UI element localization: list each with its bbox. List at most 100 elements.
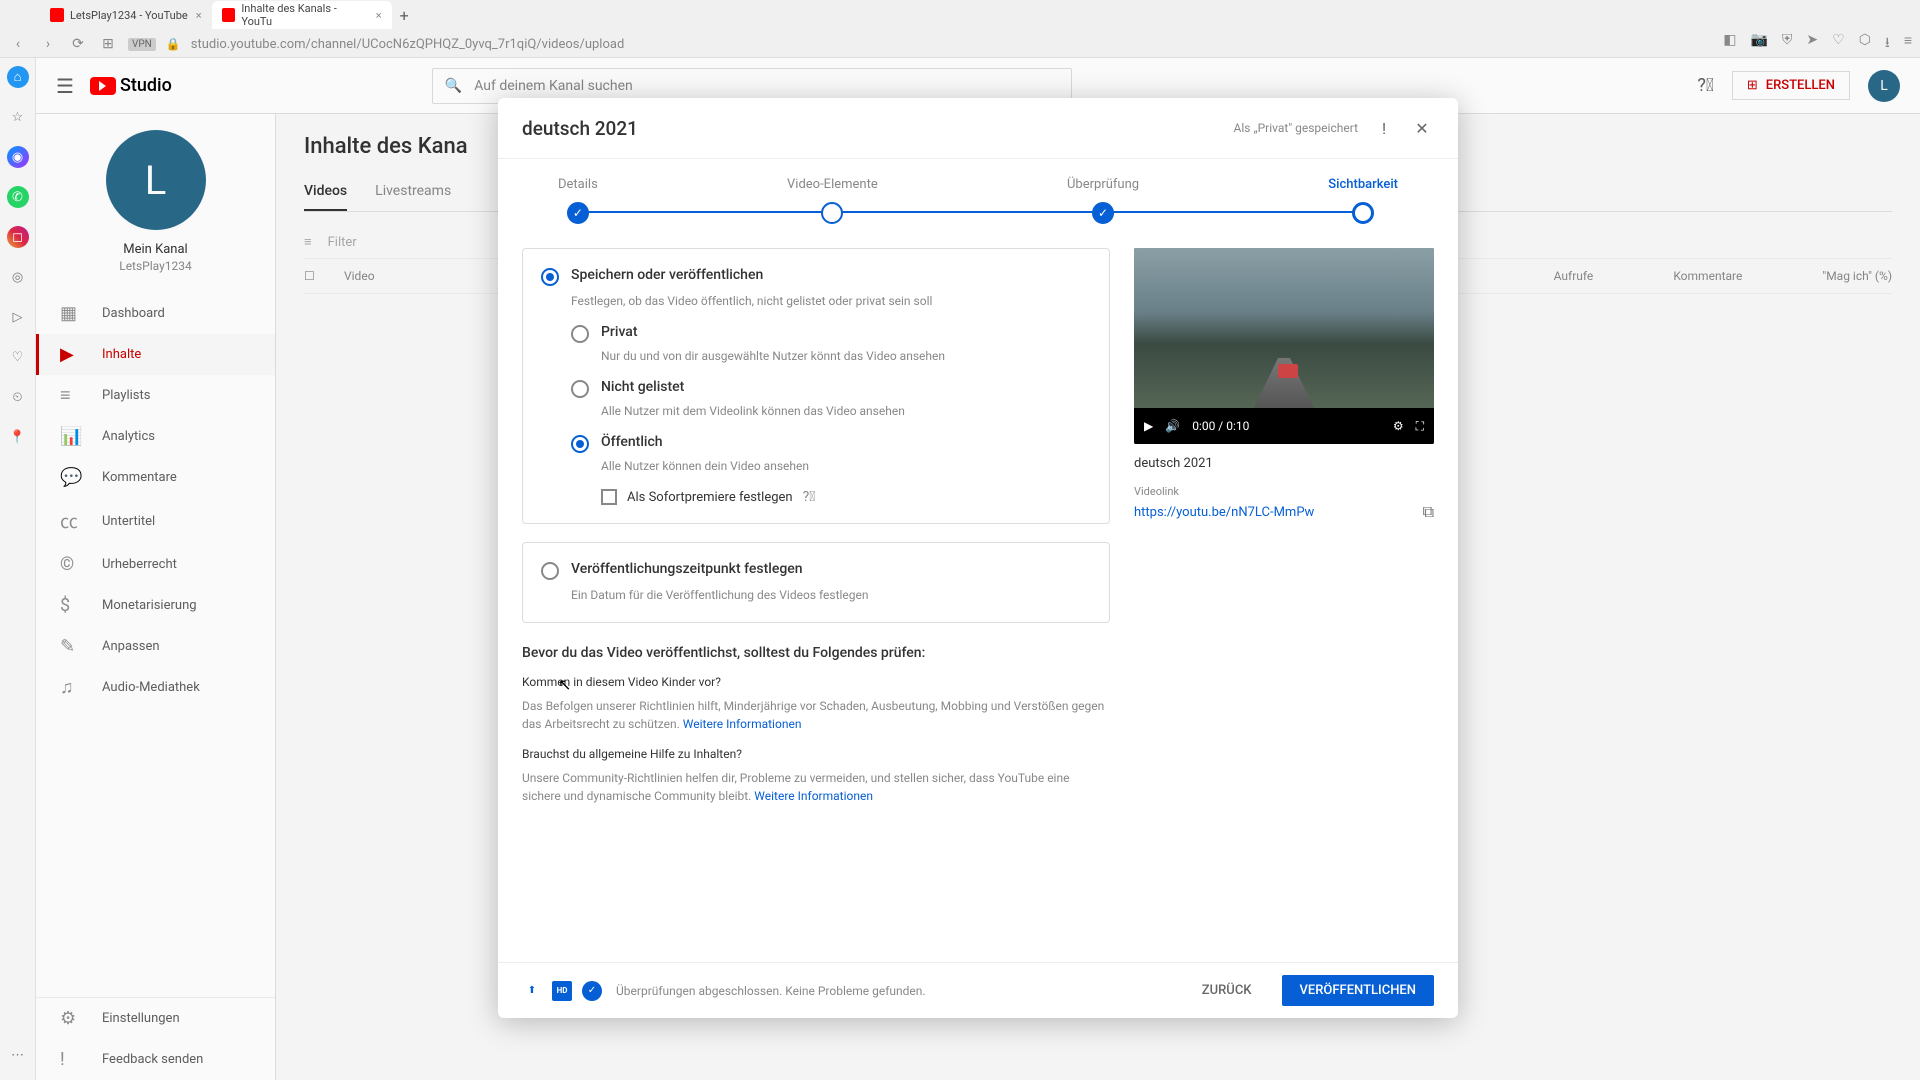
more-info-link[interactable]: Weitere Informationen xyxy=(754,789,873,803)
help-text: Unsere Community-Richtlinien helfen dir,… xyxy=(522,769,1110,805)
instagram-icon[interactable]: ◻ xyxy=(7,226,29,248)
save-publish-card: Speichern oder veröffentlichen Festlegen… xyxy=(522,248,1110,524)
reload-icon[interactable]: ⟳ xyxy=(68,36,88,52)
tab-title: LetsPlay1234 - YouTube xyxy=(70,9,188,22)
radio-icon xyxy=(571,325,589,343)
toolbar-icons: ◧ 📷 ⛨ ➤ ♡ ⬡ ⭳ ≡ xyxy=(1723,32,1912,56)
whatsapp-icon[interactable]: ✆ xyxy=(7,186,29,208)
browser-tab[interactable]: LetsPlay1234 - YouTube × xyxy=(40,1,212,29)
browser-chrome: LetsPlay1234 - YouTube × Inhalte des Kan… xyxy=(0,0,1920,58)
feedback-icon[interactable]: ! xyxy=(1372,116,1396,140)
modal-header: deutsch 2021 Als „Privat" gespeichert ! … xyxy=(498,98,1458,159)
compass-icon[interactable]: ◎ xyxy=(7,266,29,288)
messenger-icon[interactable]: ◉ xyxy=(7,146,29,168)
radio-schedule[interactable]: Veröffentlichungszeitpunkt festlegen xyxy=(541,561,1091,580)
home-icon[interactable]: ⌂ xyxy=(7,66,29,88)
lock-icon: 🔒 xyxy=(166,37,181,51)
browser-tab-active[interactable]: Inhalte des Kanals - YouTu × xyxy=(212,1,392,29)
before-publish-section: Bevor du das Video veröffentlichst, soll… xyxy=(522,641,1110,823)
video-link[interactable]: https://youtu.be/nN7LC-MmPw xyxy=(1134,505,1314,520)
bookmark-icon[interactable]: ☆ xyxy=(7,106,29,128)
history-icon[interactable]: ⏲ xyxy=(7,386,29,408)
preview-title: deutsch 2021 xyxy=(1134,456,1434,471)
step-dot xyxy=(821,202,843,224)
radio-private[interactable]: Privat xyxy=(571,324,1091,343)
upload-modal: deutsch 2021 Als „Privat" gespeichert ! … xyxy=(498,98,1458,1018)
video-controls: ▶ 🔊 0:00 / 0:10 ⚙ ⛶ xyxy=(1134,408,1434,444)
radio-unlisted[interactable]: Nicht gelistet xyxy=(571,379,1091,398)
kids-text: Das Befolgen unserer Richtlinien hilft, … xyxy=(522,697,1110,733)
cube-icon[interactable]: ⬡ xyxy=(1859,32,1871,56)
link-row: https://youtu.be/nN7LC-MmPw ⧉ xyxy=(1134,502,1434,522)
send-icon[interactable]: ➤ xyxy=(1806,32,1818,56)
shield-icon[interactable]: ⛨ xyxy=(1782,32,1793,56)
modal-title: deutsch 2021 xyxy=(522,117,638,140)
help-icon[interactable]: ?⃝ xyxy=(803,489,816,505)
link-label: Videolink xyxy=(1134,485,1434,498)
back-button[interactable]: ZURÜCK xyxy=(1184,975,1270,1006)
play-icon[interactable]: ▷ xyxy=(7,306,29,328)
heart-sidebar-icon[interactable]: ♡ xyxy=(7,346,29,368)
modal-overlay: deutsch 2021 Als „Privat" gespeichert ! … xyxy=(36,58,1920,1080)
address-bar: ‹ › ⟳ ⊞ VPN 🔒 studio.youtube.com/channel… xyxy=(0,30,1920,58)
check-icon xyxy=(567,202,589,224)
new-tab-button[interactable]: + xyxy=(400,6,409,25)
tab-close-icon[interactable]: × xyxy=(376,9,382,22)
download-icon[interactable]: ⭳ xyxy=(1885,32,1890,56)
radio-icon xyxy=(541,562,559,580)
check-icon xyxy=(1092,202,1114,224)
step-line xyxy=(588,211,1368,213)
step-dot-current xyxy=(1352,202,1374,224)
help-question: Brauchst du allgemeine Hilfe zu Inhalten… xyxy=(522,747,1110,761)
youtube-favicon xyxy=(50,8,64,22)
footer-status-icons: ⬆ HD ✓ xyxy=(522,981,602,1001)
publish-button[interactable]: VERÖFFENTLICHEN xyxy=(1282,975,1434,1006)
radio-public[interactable]: Öffentlich xyxy=(571,434,1091,453)
volume-icon[interactable]: 🔊 xyxy=(1165,419,1180,433)
stepper: Details Video-Elemente Überprüfung Sicht… xyxy=(498,159,1458,248)
video-thumbnail[interactable] xyxy=(1134,248,1434,408)
car-graphic xyxy=(1278,364,1298,378)
radio-icon xyxy=(541,268,559,286)
play-icon[interactable]: ▶ xyxy=(1144,419,1153,433)
menu-icon[interactable]: ≡ xyxy=(1904,32,1912,56)
modal-body: Speichern oder veröffentlichen Festlegen… xyxy=(498,248,1458,962)
opera-sidebar: ⌂ ☆ ◉ ✆ ◻ ◎ ▷ ♡ ⏲ 📍 ⋯ xyxy=(0,58,36,1080)
premiere-checkbox[interactable]: Als Sofortpremiere festlegen ?⃝ xyxy=(601,489,1091,505)
schedule-card: Veröffentlichungszeitpunkt festlegen Ein… xyxy=(522,542,1110,623)
step-visibility[interactable]: Sichtbarkeit xyxy=(1328,177,1398,224)
radio-save-publish[interactable]: Speichern oder veröffentlichen xyxy=(541,267,1091,286)
apps-icon[interactable]: ⊞ xyxy=(98,36,118,52)
camera-icon[interactable]: 📷 xyxy=(1750,32,1767,56)
vpn-badge[interactable]: VPN xyxy=(128,38,156,51)
step-details[interactable]: Details xyxy=(558,177,598,224)
tab-title: Inhalte des Kanals - YouTu xyxy=(241,2,367,28)
back-icon[interactable]: ‹ xyxy=(8,36,28,52)
tab-bar: LetsPlay1234 - YouTube × Inhalte des Kan… xyxy=(0,0,1920,30)
radio-icon xyxy=(571,380,589,398)
saved-status: Als „Privat" gespeichert xyxy=(1234,121,1358,135)
video-preview: ▶ 🔊 0:00 / 0:10 ⚙ ⛶ xyxy=(1134,248,1434,444)
check-icon: ✓ xyxy=(582,981,602,1001)
sidebar-toggle-icon[interactable]: ◧ xyxy=(1723,32,1736,56)
close-icon[interactable]: ✕ xyxy=(1410,116,1434,140)
hd-badge: HD xyxy=(552,981,572,1001)
copy-icon[interactable]: ⧉ xyxy=(1423,502,1434,522)
url-field[interactable]: studio.youtube.com/channel/UCocN6zQPHQZ_… xyxy=(191,37,1713,52)
forward-icon[interactable]: › xyxy=(38,36,58,52)
youtube-favicon xyxy=(222,8,236,22)
more-info-link[interactable]: Weitere Informationen xyxy=(683,717,802,731)
settings-icon[interactable]: ⚙ xyxy=(1393,419,1404,434)
video-time: 0:00 / 0:10 xyxy=(1192,419,1249,433)
footer-status-text: Überprüfungen abgeschlossen. Keine Probl… xyxy=(616,984,926,998)
step-elements[interactable]: Video-Elemente xyxy=(787,177,878,224)
pin-icon[interactable]: 📍 xyxy=(7,426,29,448)
tab-close-icon[interactable]: × xyxy=(196,9,202,22)
more-icon[interactable]: ⋯ xyxy=(7,1044,29,1066)
save-publish-desc: Festlegen, ob das Video öffentlich, nich… xyxy=(571,292,1091,310)
step-review[interactable]: Überprüfung xyxy=(1067,177,1139,224)
kids-question: Kommen in diesem Video Kinder vor? xyxy=(522,675,1110,689)
fullscreen-icon[interactable]: ⛶ xyxy=(1416,419,1424,434)
before-title: Bevor du das Video veröffentlichst, soll… xyxy=(522,645,1110,661)
heart-icon[interactable]: ♡ xyxy=(1832,32,1845,56)
